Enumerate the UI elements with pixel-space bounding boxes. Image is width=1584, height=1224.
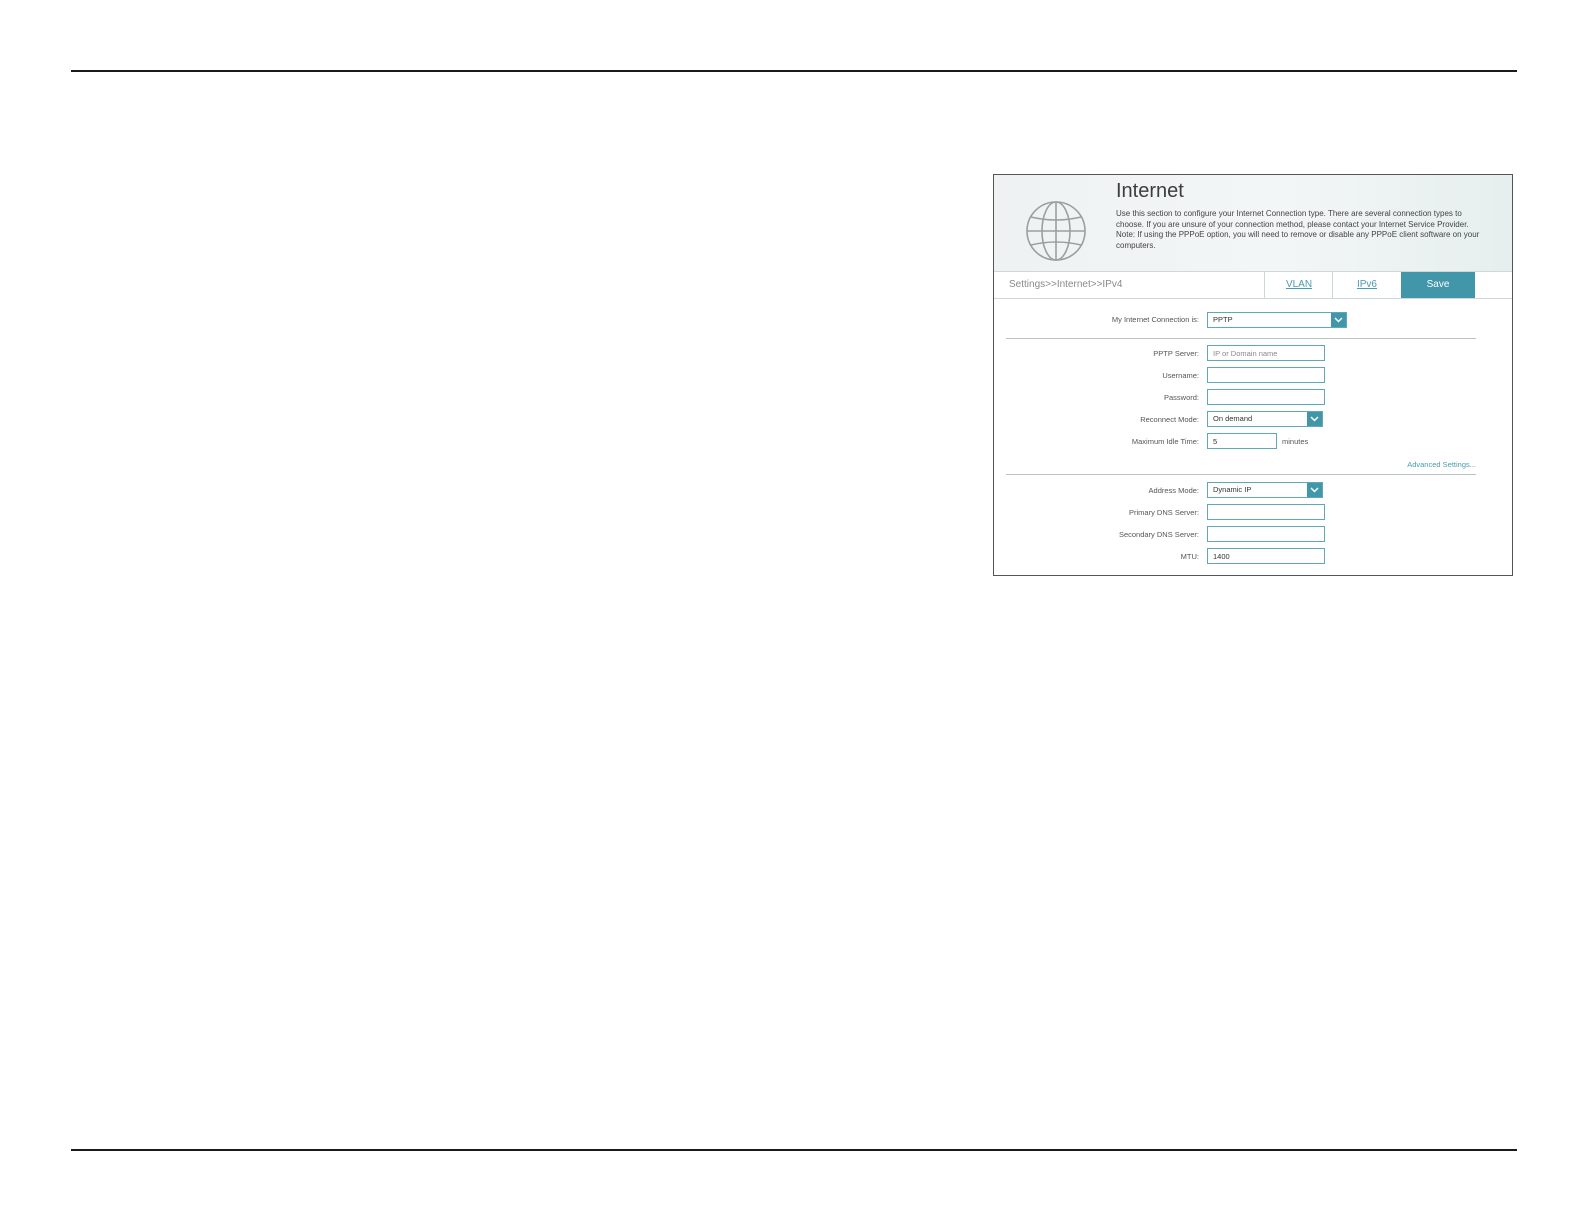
page-description: Use this section to configure your Inter…: [1116, 209, 1480, 250]
address-mode-select[interactable]: Dynamic IP: [1207, 482, 1323, 498]
max-idle-time-unit: minutes: [1282, 437, 1309, 446]
tab-ipv6[interactable]: IPv6: [1332, 272, 1401, 298]
advanced-settings-link[interactable]: Advanced Settings...: [1407, 460, 1476, 469]
internet-settings-panel: Internet Use this section to configure y…: [993, 174, 1513, 576]
chevron-down-icon: [1307, 412, 1322, 426]
reconnect-mode-label: Reconnect Mode:: [1140, 415, 1199, 424]
chevron-down-icon: [1331, 313, 1346, 327]
connection-type-label: My Internet Connection is:: [1111, 315, 1199, 324]
globe-icon: [1026, 201, 1086, 261]
chevron-down-icon: [1307, 483, 1322, 497]
mtu-input[interactable]: [1207, 548, 1325, 564]
secondary-dns-input[interactable]: [1207, 526, 1325, 542]
pptp-server-input[interactable]: [1207, 345, 1325, 361]
max-idle-time-label: Maximum Idle Time:: [1131, 437, 1199, 446]
username-label: Username:: [1162, 371, 1199, 380]
username-input[interactable]: [1207, 367, 1325, 383]
reconnect-mode-value: On demand: [1213, 414, 1253, 423]
primary-dns-input[interactable]: [1207, 504, 1325, 520]
section-divider: [1006, 338, 1476, 339]
page-top-rule: [71, 70, 1517, 72]
breadcrumb: Settings>>Internet>>IPv4: [1009, 279, 1123, 290]
max-idle-time-input[interactable]: [1207, 433, 1277, 449]
connection-type-select[interactable]: PPTP: [1207, 312, 1347, 328]
address-mode-label: Address Mode:: [1148, 486, 1199, 495]
pptp-server-label: PPTP Server:: [1153, 349, 1199, 358]
connection-type-value: PPTP: [1213, 315, 1233, 324]
reconnect-mode-select[interactable]: On demand: [1207, 411, 1323, 427]
section-divider: [1006, 474, 1476, 475]
panel-header: Internet Use this section to configure y…: [994, 175, 1512, 271]
tab-vlan[interactable]: VLAN: [1264, 272, 1333, 298]
page-bottom-rule: [71, 1149, 1517, 1151]
save-button[interactable]: Save: [1401, 272, 1475, 298]
password-input[interactable]: [1207, 389, 1325, 405]
primary-dns-label: Primary DNS Server:: [1128, 508, 1199, 517]
mtu-label: MTU:: [1180, 552, 1199, 561]
secondary-dns-label: Secondary DNS Server:: [1118, 530, 1199, 539]
settings-navbar: Settings>>Internet>>IPv4 VLAN IPv6 Save: [994, 271, 1512, 299]
password-label: Password:: [1163, 393, 1199, 402]
page-title: Internet: [1116, 180, 1184, 202]
address-mode-value: Dynamic IP: [1213, 485, 1252, 494]
